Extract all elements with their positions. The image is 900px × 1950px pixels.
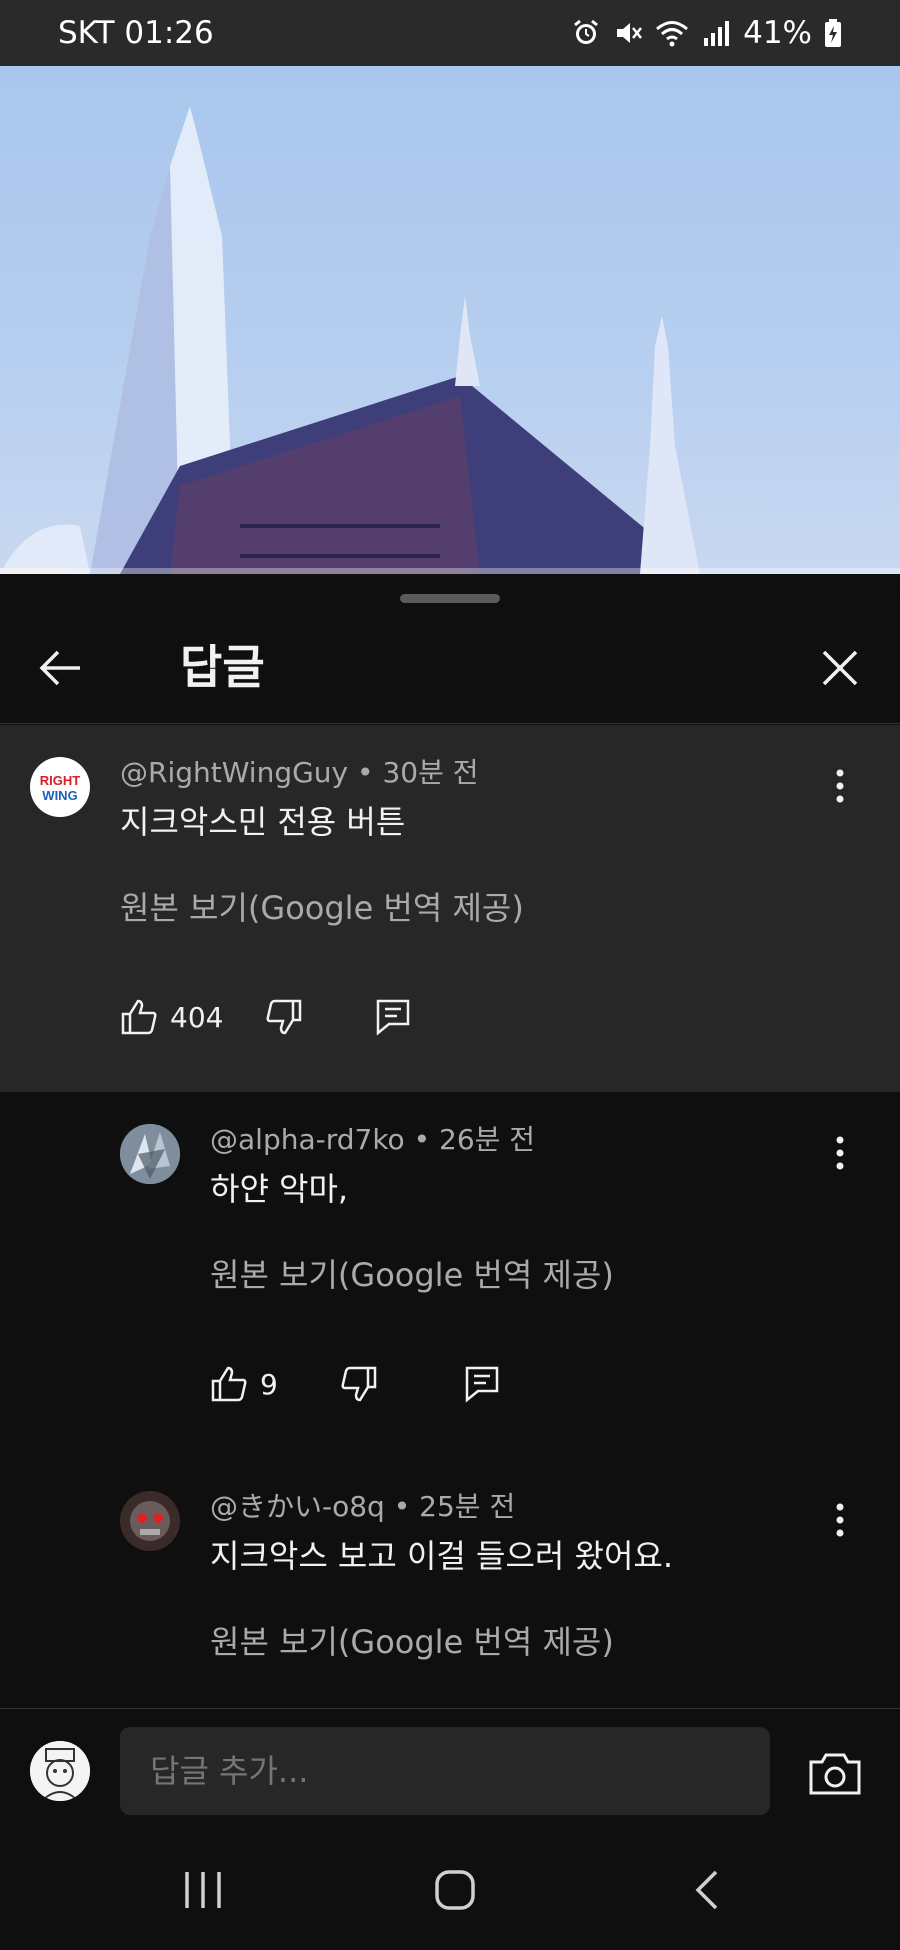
comment-author[interactable]: @きかい-o8q [210, 1490, 385, 1523]
thumb-down-icon [341, 1366, 377, 1402]
see-original-link[interactable]: 원본 보기(Google 번역 제공) [120, 883, 524, 929]
svg-text:RIGHT: RIGHT [40, 773, 81, 788]
reply-comment: @きかい-o8q • 25분 전 지크악스 보고 이걸 들으러 왔어요. 원본 … [0, 1459, 900, 1709]
recent-apps-icon [185, 1872, 221, 1908]
comment-author[interactable]: @RightWingGuy [120, 756, 348, 789]
home-button[interactable] [420, 1860, 490, 1920]
avatar[interactable]: RIGHT WING [30, 757, 90, 817]
dislike-button[interactable] [340, 1365, 378, 1403]
comment-text: 지크악스민 전용 버튼 [120, 803, 406, 841]
thumb-up-icon [211, 1366, 247, 1402]
system-back-button[interactable] [672, 1860, 742, 1920]
video-player[interactable] [0, 66, 900, 574]
comment-time: 26분 전 [439, 1123, 536, 1156]
comment-time: 25분 전 [419, 1490, 516, 1523]
video-frame [0, 106, 700, 574]
thumb-up-icon [121, 999, 157, 1035]
robot-avatar-image [120, 1491, 180, 1551]
comment-meta: @RightWingGuy • 30분 전 [120, 751, 479, 791]
dislike-button[interactable] [265, 998, 303, 1036]
avatar[interactable] [120, 1124, 180, 1184]
comment-text: 하얀 악마, [210, 1170, 349, 1208]
like-button[interactable]: 404 [120, 998, 223, 1036]
comment-icon [377, 999, 410, 1036]
thumb-down-icon [266, 999, 302, 1035]
arrow-left-icon [39, 650, 80, 686]
sheet-title: 답글 [180, 640, 265, 694]
more-vert-icon [836, 1136, 844, 1170]
comment-meta: @alpha-rd7ko • 26분 전 [210, 1118, 535, 1158]
sheet-header: 답글 [0, 610, 900, 724]
comment-time: 30분 전 [382, 756, 479, 789]
rightwing-logo: RIGHT WING [40, 773, 81, 803]
status-icons: 41% [571, 15, 842, 51]
see-original-link[interactable]: 원본 보기(Google 번역 제공) [210, 1250, 614, 1296]
like-count: 9 [260, 1367, 278, 1401]
comment-icon [465, 1366, 499, 1403]
wifi-icon [656, 21, 689, 47]
more-options-button[interactable] [820, 1128, 860, 1178]
reply-button[interactable] [375, 998, 411, 1036]
camera-icon [809, 1753, 861, 1795]
camera-button[interactable] [808, 1747, 862, 1801]
alarm-icon [574, 19, 599, 44]
meta-separator: • [413, 1123, 440, 1156]
like-count: 404 [170, 1000, 224, 1034]
meta-separator: • [393, 1490, 420, 1523]
avatar[interactable] [120, 1491, 180, 1551]
comment-actions: 9 [210, 1359, 500, 1409]
carrier-time: SKT 01:26 [58, 15, 214, 51]
signal-icon [704, 21, 730, 46]
see-original-link[interactable]: 원본 보기(Google 번역 제공) [210, 1617, 614, 1663]
status-bar: SKT 01:26 41% [0, 0, 900, 66]
comment-text: 지크악스 보고 이걸 들으러 왔어요. [210, 1537, 674, 1575]
like-button[interactable]: 9 [210, 1365, 278, 1403]
parent-comment: RIGHT WING @RightWingGuy • 30분 전 지크악스민 전… [0, 725, 900, 1092]
battery-icon [825, 19, 841, 47]
close-button[interactable] [810, 638, 870, 698]
chevron-left-icon [695, 1870, 718, 1910]
more-options-button[interactable] [820, 1495, 860, 1545]
reply-button[interactable] [464, 1365, 500, 1403]
reply-comment: @alpha-rd7ko • 26분 전 하얀 악마, 원본 보기(Google… [0, 1092, 900, 1459]
battery-percent: 41% [743, 15, 812, 51]
home-icon [435, 1870, 475, 1910]
drag-handle[interactable] [400, 594, 500, 603]
reply-input-bar [0, 1708, 900, 1830]
system-nav-bar [0, 1830, 900, 1950]
meta-separator: • [357, 756, 383, 789]
more-options-button[interactable] [820, 761, 860, 811]
more-vert-icon [836, 1503, 844, 1537]
user-avatar-image [30, 1741, 90, 1801]
more-vert-icon [836, 769, 844, 803]
back-button[interactable] [30, 638, 90, 698]
close-icon [822, 650, 858, 686]
mute-icon [617, 23, 643, 43]
user-avatar[interactable] [30, 1741, 90, 1801]
svg-text:WING: WING [42, 788, 77, 803]
recent-apps-button[interactable] [168, 1860, 238, 1920]
comment-meta: @きかい-o8q • 25분 전 [210, 1485, 515, 1525]
crystal-avatar-image [120, 1124, 180, 1184]
comment-actions: 404 [120, 992, 411, 1042]
replies-sheet: 답글 RIGHT WING @RightWingGuy • 30분 전 지크악스… [0, 574, 900, 1710]
reply-input[interactable] [120, 1727, 770, 1815]
comment-author[interactable]: @alpha-rd7ko [210, 1123, 405, 1156]
